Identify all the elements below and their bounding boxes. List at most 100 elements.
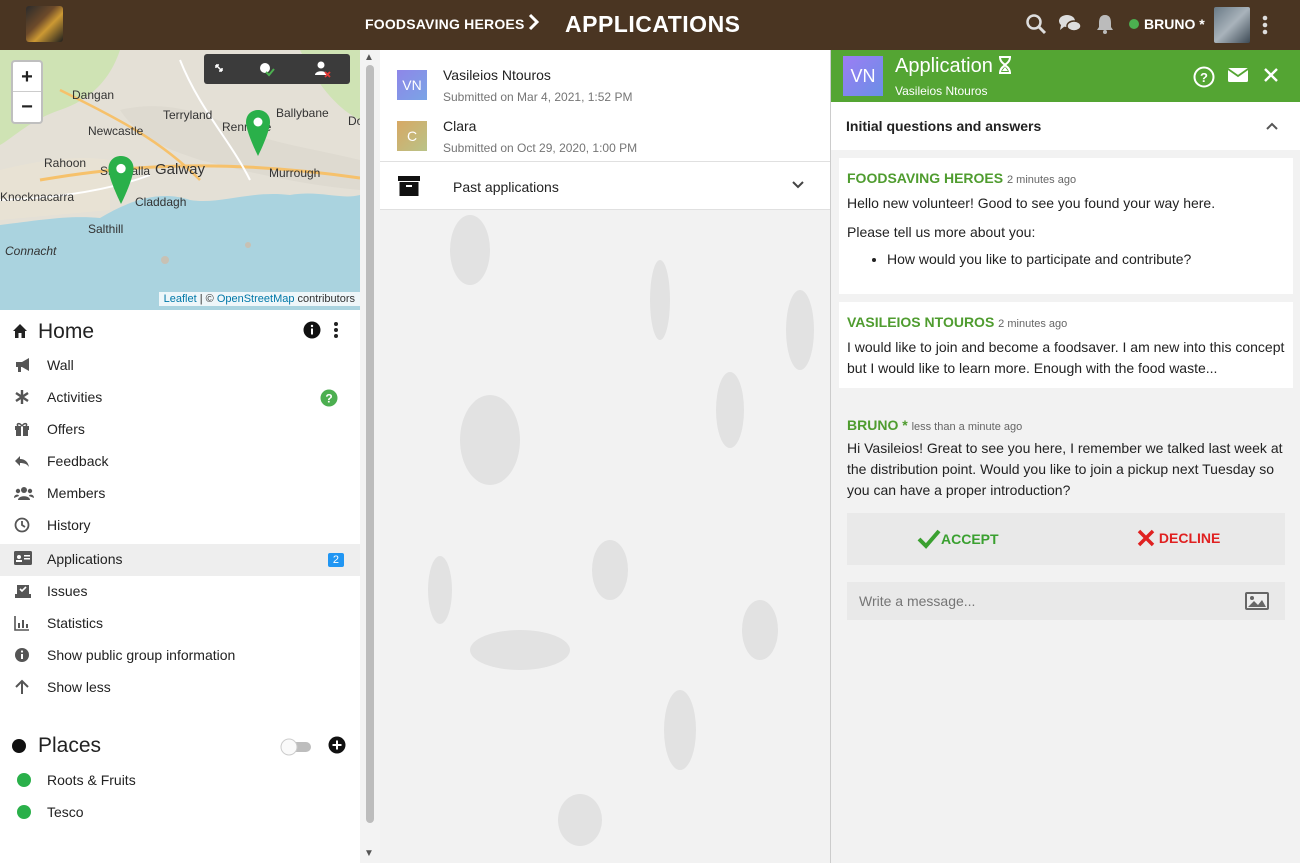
breadcrumb-chevron-icon	[528, 13, 540, 36]
arrow-up-icon	[14, 679, 32, 697]
message-author: VASILEIOS NTOUROS	[847, 314, 995, 330]
question-card: FOODSAVING HEROES 2 minutes ago Hello ne…	[839, 158, 1293, 294]
application-row[interactable]: C Clara Submitted on Oct 29, 2020, 1:00 …	[380, 111, 830, 161]
bell-icon[interactable]	[1095, 13, 1119, 37]
sidebar-item-activities[interactable]: Activities ?	[0, 382, 360, 414]
qa-section-header[interactable]: Initial questions and answers	[831, 102, 1300, 150]
sidebar-item-wall[interactable]: Wall	[0, 350, 360, 382]
place-item[interactable]: Tesco	[0, 797, 360, 829]
accept-button[interactable]: ACCEPT	[917, 529, 999, 549]
info-icon[interactable]	[303, 321, 321, 342]
places-toggle[interactable]	[279, 737, 315, 760]
group-map[interactable]: + − Dangan Terryland Ballybane Newcastle…	[0, 50, 360, 310]
home-title[interactable]: Home	[38, 320, 94, 344]
application-row[interactable]: VN Vasileios Ntouros Submitted on Mar 4,…	[380, 60, 830, 110]
id-card-icon	[14, 551, 32, 569]
scroll-down-icon[interactable]: ▼	[364, 848, 374, 859]
place-name: Tesco	[47, 804, 84, 820]
close-icon[interactable]	[1262, 66, 1284, 88]
info-icon	[14, 647, 32, 665]
decline-button[interactable]: DECLINE	[1137, 529, 1220, 547]
sidebar-item-public-info[interactable]: Show public group information	[0, 640, 360, 672]
past-applications-expander[interactable]: Past applications	[380, 161, 830, 211]
gift-icon	[14, 421, 32, 439]
qa-section-title: Initial questions and answers	[846, 118, 1042, 134]
sidebar-item-show-less[interactable]: Show less	[0, 672, 360, 704]
map-label: Rahoon	[44, 156, 87, 170]
chevron-down-icon	[791, 177, 805, 193]
places-header: Places	[12, 734, 352, 758]
answer-card: VASILEIOS NTOUROS 2 minutes ago I would …	[839, 302, 1293, 388]
user-avatar[interactable]	[1214, 7, 1250, 43]
hourglass-icon	[998, 55, 1012, 77]
sidebar-item-feedback[interactable]: Feedback	[0, 446, 360, 478]
bar-chart-icon	[14, 615, 32, 633]
sidebar-scrollbar[interactable]: ▲ ▼	[360, 50, 380, 863]
add-place-icon[interactable]	[328, 736, 346, 757]
map-label: Salthill	[88, 222, 124, 236]
sidebar-item-label: Statistics	[47, 615, 104, 631]
sidebar-item-applications[interactable]: Applications 2	[0, 544, 360, 576]
sidebar-item-statistics[interactable]: Statistics	[0, 608, 360, 640]
users-icon	[14, 485, 34, 503]
group-logo[interactable]	[26, 6, 63, 42]
megaphone-icon	[14, 357, 32, 375]
submitted-date: Submitted on Mar 4, 2021, 1:52 PM	[443, 90, 633, 104]
sidebar-item-label: Offers	[47, 421, 85, 437]
map-label: Ballybane	[276, 106, 329, 120]
osm-link[interactable]: OpenStreetMap	[217, 293, 295, 305]
map-marker-icon[interactable]	[108, 156, 134, 204]
past-applications-label: Past applications	[453, 179, 559, 195]
show-places-icon[interactable]	[260, 63, 275, 77]
sidebar-item-label: Applications	[47, 551, 123, 567]
place-name: Roots & Fruits	[47, 772, 136, 788]
sidebar-item-label: Show less	[47, 679, 111, 695]
leaflet-link[interactable]: Leaflet	[164, 293, 197, 305]
asterisk-icon	[14, 389, 32, 407]
chat-icon[interactable]	[1058, 13, 1082, 37]
user-name: BRUNO *	[1144, 16, 1205, 32]
sidebar-item-members[interactable]: Members	[0, 478, 360, 510]
sidebar-item-offers[interactable]: Offers	[0, 414, 360, 446]
current-user[interactable]: BRUNO *	[1129, 16, 1205, 32]
zoom-out-button[interactable]: −	[13, 92, 41, 122]
svg-text:?: ?	[1200, 70, 1208, 85]
svg-text:?: ?	[325, 392, 332, 406]
application-detail-panel: VN Application Vasileios Ntouros ? Initi…	[830, 50, 1300, 863]
more-options-icon[interactable]	[333, 321, 339, 342]
map-marker-icon[interactable]	[246, 110, 270, 156]
zoom-in-button[interactable]: +	[13, 62, 41, 92]
message-time: 2 minutes ago	[998, 318, 1068, 330]
map-label: Connacht	[5, 244, 57, 258]
sidebar-item-history[interactable]: History	[0, 510, 360, 542]
applicant-avatar: C	[397, 121, 427, 151]
help-icon[interactable]: ?	[320, 389, 338, 410]
hide-members-icon[interactable]	[315, 61, 331, 78]
question-bullet: How would you like to participate and co…	[887, 249, 1285, 270]
place-item[interactable]: Roots & Fruits	[0, 765, 360, 797]
breadcrumb-group[interactable]: FOODSAVING HEROES	[365, 16, 525, 32]
map-tiles	[0, 50, 360, 310]
sidebar-item-label: Members	[47, 485, 106, 501]
applications-list: VN Vasileios Ntouros Submitted on Mar 4,…	[380, 50, 830, 210]
home-icon	[12, 323, 28, 342]
sidebar-item-label: Show public group information	[47, 647, 236, 663]
map-label: Knocknacarra	[0, 190, 75, 204]
fullscreen-icon[interactable]	[215, 64, 223, 72]
applicant-name: Clara	[443, 118, 477, 134]
message-text: I would like to join and become a foodsa…	[847, 339, 1285, 376]
message-input[interactable]	[847, 582, 1237, 620]
sidebar-item-issues[interactable]: Issues	[0, 576, 360, 608]
scrollbar-thumb[interactable]	[366, 65, 374, 823]
place-status-icon	[17, 773, 31, 787]
more-menu-icon[interactable]	[1262, 14, 1268, 39]
image-upload-icon[interactable]	[1244, 590, 1270, 615]
check-icon	[917, 529, 941, 549]
help-icon[interactable]: ?	[1193, 66, 1215, 88]
place-status-icon	[17, 805, 31, 819]
envelope-icon[interactable]	[1227, 66, 1249, 88]
search-icon[interactable]	[1025, 13, 1049, 37]
clock-icon	[14, 517, 32, 535]
scroll-up-icon[interactable]: ▲	[364, 52, 374, 63]
panel-subtitle: Vasileios Ntouros	[895, 84, 988, 98]
